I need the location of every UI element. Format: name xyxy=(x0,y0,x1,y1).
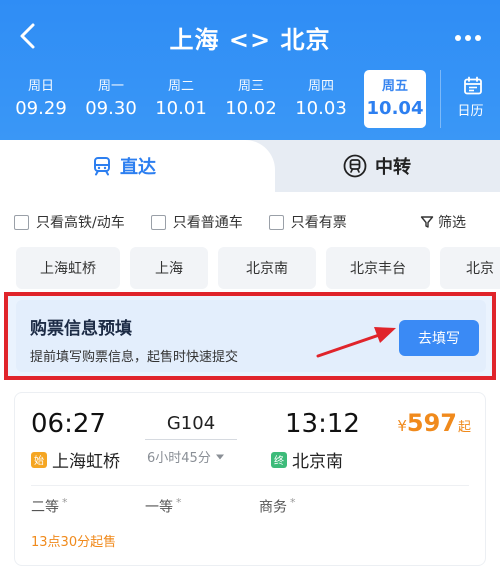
end-badge: 终 xyxy=(271,451,287,468)
date-value: 10.02 xyxy=(225,98,277,119)
more-dots-icon[interactable] xyxy=(454,34,482,42)
station-chips: 上海虹桥 上海 北京南 北京丰台 北京 xyxy=(16,247,500,289)
station-chip-label: 上海 xyxy=(155,261,183,277)
prefill-button[interactable]: 去填写 xyxy=(399,320,479,356)
station-chip[interactable]: 北京南 xyxy=(218,247,316,289)
checkbox[interactable] xyxy=(14,214,29,230)
station-chip[interactable]: 北京丰台 xyxy=(326,247,430,289)
top-header: 上海 <> 北京 周日 09.29 周一 09.30 周二 10.01 周三 1… xyxy=(0,0,500,140)
seat-first-class: 一等 * xyxy=(145,496,259,517)
station-chip-label: 北京丰台 xyxy=(350,261,406,277)
date-item-0929[interactable]: 周日 09.29 xyxy=(10,70,72,128)
seat-mark: * xyxy=(176,496,182,509)
filter-normal-train[interactable]: 只看普通车 xyxy=(150,212,243,232)
funnel-icon xyxy=(420,216,434,228)
station-chip-label: 北京 xyxy=(466,261,494,277)
transfer-train-icon xyxy=(343,154,367,178)
station-chip-label: 上海虹桥 xyxy=(40,261,96,277)
date-value: 10.04 xyxy=(366,98,424,119)
filter-button-label: 筛选 xyxy=(438,215,466,231)
seat-mark: * xyxy=(290,496,296,509)
date-value: 10.03 xyxy=(295,98,347,119)
sale-time-note: 13点30分起售 xyxy=(31,535,117,550)
tab-direct-label: 直达 xyxy=(120,157,156,178)
train-icon xyxy=(94,157,110,176)
route-tabs: 直达 中转 xyxy=(0,140,500,192)
divider xyxy=(31,485,469,486)
price-suffix: 起 xyxy=(457,420,471,435)
seat-label: 一等 xyxy=(145,499,173,516)
date-item-1001[interactable]: 周二 10.01 xyxy=(150,70,212,128)
date-item-1003[interactable]: 周四 10.03 xyxy=(290,70,352,128)
arrival-station: 终 北京南 xyxy=(271,447,343,472)
calendar-label: 日历 xyxy=(457,104,484,119)
date-weekday: 周三 xyxy=(237,79,264,94)
filter-normal-label: 只看普通车 xyxy=(172,215,243,231)
tab-direct[interactable]: 直达 xyxy=(0,140,275,192)
page-title: 上海 <> 北京 xyxy=(169,26,331,54)
tab-transfer-label: 中转 xyxy=(375,157,411,178)
station-chip[interactable]: 上海虹桥 xyxy=(16,247,120,289)
date-value: 09.29 xyxy=(15,98,67,119)
date-weekday: 周二 xyxy=(167,79,194,94)
date-item-1002[interactable]: 周三 10.02 xyxy=(220,70,282,128)
arrival-time: 13:12 xyxy=(285,409,360,439)
date-value: 09.30 xyxy=(85,98,137,119)
ticket-price: ¥ 597 起 xyxy=(397,409,471,437)
date-item-0930[interactable]: 周一 09.30 xyxy=(80,70,142,128)
price-currency: ¥ xyxy=(397,417,407,435)
calendar-icon xyxy=(464,76,482,95)
checkbox[interactable] xyxy=(150,214,166,230)
seat-mark: * xyxy=(62,496,68,509)
route-line xyxy=(145,439,237,440)
arrival-station-label: 北京南 xyxy=(292,452,343,472)
date-weekday: 周日 xyxy=(27,79,54,94)
seat-classes: 二等 * 一等 * 商务 * xyxy=(31,496,373,517)
calendar-button[interactable]: 日历 xyxy=(440,70,500,128)
date-weekday: 周四 xyxy=(307,79,334,94)
departure-station: 始 上海虹桥 xyxy=(31,447,120,472)
filter-button[interactable]: 筛选 xyxy=(420,212,466,232)
filter-high-speed-label: 只看高铁/动车 xyxy=(36,215,125,231)
results-panel: 只看高铁/动车 只看普通车 只看有票 筛选 上海虹桥 上海 北京南 北京丰台 北… xyxy=(0,192,500,566)
filter-bar: 只看高铁/动车 只看普通车 只看有票 xyxy=(14,212,373,232)
seat-second-class: 二等 * xyxy=(31,496,145,517)
filter-high-speed[interactable]: 只看高铁/动车 xyxy=(14,212,125,232)
filter-has-ticket-label: 只看有票 xyxy=(290,215,347,231)
prefill-promo-banner: 购票信息预填 提前填写购票信息，起售时快速提交 去填写 xyxy=(4,292,496,380)
price-amount: 597 xyxy=(406,409,457,437)
filter-has-ticket[interactable]: 只看有票 xyxy=(268,212,347,232)
date-item-1004-selected[interactable]: 周五 10.04 xyxy=(364,70,426,128)
train-number: G104 xyxy=(166,413,216,434)
tab-transfer[interactable]: 中转 xyxy=(275,140,500,192)
checkbox[interactable] xyxy=(268,214,284,230)
red-arrow-icon xyxy=(316,327,396,358)
station-chip-label: 北京南 xyxy=(246,261,288,277)
seat-label: 二等 xyxy=(31,499,59,516)
seat-label: 商务 xyxy=(259,499,287,516)
start-badge: 始 xyxy=(31,451,47,468)
date-weekday: 周五 xyxy=(381,79,408,94)
date-value: 10.01 xyxy=(155,98,207,119)
departure-station-label: 上海虹桥 xyxy=(52,452,120,472)
station-chip[interactable]: 上海 xyxy=(130,247,208,289)
promo-title: 购票信息预填 xyxy=(30,319,132,339)
departure-time: 06:27 xyxy=(31,409,106,439)
date-weekday: 周一 xyxy=(97,79,124,94)
promo-card: 购票信息预填 提前填写购票信息，起售时快速提交 去填写 xyxy=(16,300,486,372)
caret-down-icon xyxy=(215,454,224,459)
promo-description: 提前填写购票信息，起售时快速提交 xyxy=(30,350,239,365)
date-selector: 周日 09.29 周一 09.30 周二 10.01 周三 10.02 周四 1… xyxy=(4,70,432,128)
seat-business-class: 商务 * xyxy=(259,496,373,517)
station-chip[interactable]: 北京 xyxy=(440,247,500,289)
duration-label: 6小时45分 xyxy=(147,451,211,466)
travel-duration[interactable]: 6小时45分 xyxy=(145,447,245,466)
train-card[interactable]: 06:27 G104 6小时45分 13:12 始 上海虹桥 终 北京南 ¥ 5… xyxy=(14,392,486,566)
